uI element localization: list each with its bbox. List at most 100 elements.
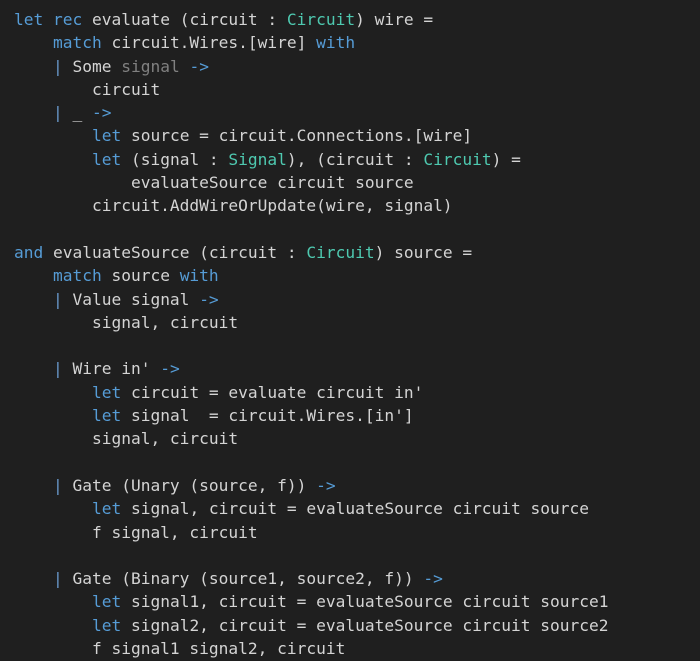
code-line[interactable]: circuit [14,78,700,101]
code-token-plain: circuit = evaluate circuit in' [121,382,424,402]
code-token-kw: let [14,10,44,29]
code-line[interactable] [14,218,700,241]
code-line[interactable]: signal, circuit [14,311,700,334]
code-token-plain: Value signal [62,289,200,309]
code-token-type: Circuit [286,10,356,29]
code-token-pipe: | [52,103,63,123]
code-token-pipe: | [52,359,63,379]
code-token-plain: Gate (Binary (source1, source2, f)) [62,569,424,589]
code-line[interactable] [14,544,700,567]
code-token-pipe: | [52,475,63,495]
code-token-plain: (signal : [121,149,229,169]
code-token-plain: signal, circuit = evaluateSource circuit… [121,499,590,519]
code-token-plain: ) source = [374,242,473,262]
code-token-arrow: -> [160,359,180,379]
code-token-plain: signal1, circuit = evaluateSource circui… [121,592,609,612]
code-token-kw: match [52,266,102,286]
code-token-plain: _ [62,103,92,123]
code-token-plain: circuit.Wires.[wire] [101,33,317,53]
code-line[interactable]: circuit.AddWireOrUpdate(wire, signal) [14,194,700,217]
code-line[interactable]: match source with [14,264,700,287]
code-line[interactable]: | _ -> [14,101,700,124]
code-line[interactable]: | Some signal -> [14,55,700,78]
code-editor[interactable]: let rec evaluate (circuit : Circuit) wir… [0,0,700,661]
code-line[interactable]: f signal, circuit [14,521,700,544]
code-token-pipe: | [52,289,63,309]
code-line[interactable]: let signal2, circuit = evaluateSource ci… [14,614,700,637]
code-line[interactable]: let source = circuit.Connections.[wire] [14,124,700,147]
code-token-plain: source [101,266,180,286]
code-token-pipe: | [52,569,63,589]
code-line[interactable]: let rec evaluate (circuit : Circuit) wir… [14,8,700,31]
code-token-arrow: -> [423,569,443,589]
code-token-arrow: -> [189,56,209,76]
code-token-plain: ), (circuit : [286,149,424,169]
code-content[interactable]: let rec evaluate (circuit : Circuit) wir… [0,8,700,660]
code-token-kw: let [91,592,122,612]
code-token-kw: match [52,33,102,53]
code-token-plain: signal = circuit.Wires.[in'] [121,406,414,426]
code-token-plain: circuit.AddWireOrUpdate(wire, signal) [14,196,453,216]
code-token-kw: let [91,406,122,426]
code-token-kw: with [179,266,219,286]
code-token-plain: Some [62,56,122,76]
code-line[interactable]: | Gate (Unary (source, f)) -> [14,474,700,497]
code-line[interactable]: signal, circuit [14,427,700,450]
code-token-plain: f signal1 signal2, circuit [14,639,346,659]
code-token-plain: Gate (Unary (source, f)) [62,475,317,495]
code-token-arrow: -> [316,475,336,495]
code-token-arrow: -> [199,289,219,309]
code-token-kw: let [91,382,122,402]
code-line[interactable]: match circuit.Wires.[wire] with [14,31,700,54]
code-line[interactable]: and evaluateSource (circuit : Circuit) s… [14,241,700,264]
code-line[interactable] [14,334,700,357]
code-token-plain: evaluateSource circuit source [14,173,414,193]
code-token-kw: rec [53,10,83,29]
code-token-plain: f signal, circuit [14,522,258,542]
code-line[interactable]: f signal1 signal2, circuit [14,637,700,660]
code-line[interactable]: | Value signal -> [14,288,700,311]
code-token-kw: with [316,33,356,53]
code-token-plain: ) = [491,149,521,169]
code-token-kw: and [14,242,44,262]
code-line[interactable]: let signal = circuit.Wires.[in'] [14,404,700,427]
code-token-plain: signal, circuit [14,312,239,332]
code-line[interactable]: | Gate (Binary (source1, source2, f)) -> [14,567,700,590]
code-token-dim: signal [121,56,180,76]
code-line[interactable]: evaluateSource circuit source [14,171,700,194]
code-line[interactable]: let signal1, circuit = evaluateSource ci… [14,590,700,613]
code-line[interactable]: let signal, circuit = evaluateSource cir… [14,497,700,520]
code-token-plain: evaluate (circuit : [82,10,287,29]
code-token-pipe: | [52,56,63,76]
code-token-type: Circuit [306,242,375,262]
code-token-plain: signal2, circuit = evaluateSource circui… [121,615,609,635]
code-token-plain: signal, circuit [14,429,239,449]
code-token-plain: evaluateSource (circuit : [43,242,307,262]
code-token-plain: circuit [14,79,161,99]
code-token-plain: source = circuit.Connections.[wire] [121,126,473,146]
code-line[interactable]: let (signal : Signal), (circuit : Circui… [14,148,700,171]
code-line[interactable]: | Wire in' -> [14,357,700,380]
code-token-plain: ) wire = [355,10,434,29]
code-line[interactable] [14,451,700,474]
code-token-arrow: -> [91,103,112,123]
code-token-kw: let [91,499,122,519]
code-line[interactable]: let circuit = evaluate circuit in' [14,381,700,404]
code-token-kw: let [91,615,122,635]
